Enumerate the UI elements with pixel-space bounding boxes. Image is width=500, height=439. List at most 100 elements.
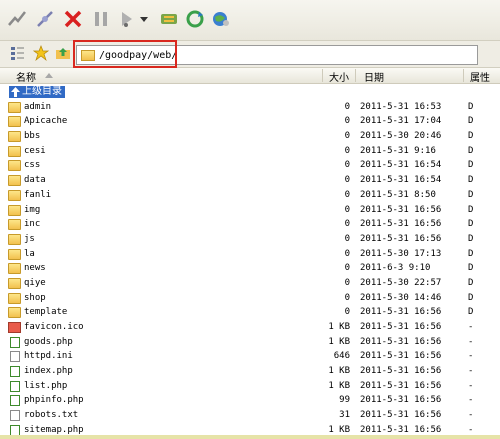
file-date: 2011-5-31 16:56 [360,204,442,215]
file-name: httpd.ini [24,351,73,362]
file-name: Apicache [24,116,68,127]
col-attr[interactable]: 属性 [470,69,490,84]
table-row[interactable]: bbs 0 2011-5-30 20:46 D [0,129,500,144]
table-row[interactable]: img 0 2011-5-31 16:56 D [0,203,500,218]
file-size: 0 [344,131,350,142]
file-attr: D [468,219,474,230]
site-manager-icon[interactable] [210,8,232,30]
sync-icon[interactable] [158,8,180,30]
disconnect-icon[interactable] [34,8,56,30]
file-attr: - [468,395,474,406]
file-icon [10,351,20,363]
table-row[interactable]: robots.txt 31 2011-5-31 16:56 - [0,408,500,423]
favorites-star-icon[interactable] [32,44,50,62]
pause-icon[interactable] [90,8,112,30]
folder-icon [8,116,21,128]
col-date[interactable]: 日期 [364,69,384,84]
table-row[interactable]: cesi 0 2011-5-31 9:16 D [0,144,500,159]
col-size[interactable]: 大小 [329,69,349,84]
file-name: img [24,204,41,215]
file-attr: D [468,292,474,303]
file-date: 2011-5-31 16:56 [360,380,442,391]
file-name: css [24,160,41,171]
transfer-menu-arrow-icon[interactable] [138,8,150,30]
file-size: 0 [344,145,350,156]
folder-icon [8,131,21,143]
parent-dir-row[interactable]: 上级目录 [0,85,500,100]
file-attr: D [468,131,474,142]
file-size: 0 [344,116,350,127]
file-size: 0 [344,292,350,303]
col-name[interactable]: 名称 [16,69,36,84]
folder-icon [8,263,21,275]
file-date: 2011-5-30 17:13 [360,248,442,259]
table-row[interactable]: Apicache 0 2011-5-31 17:04 D [0,114,500,129]
file-name: js [24,233,35,244]
file-attr: - [468,380,474,391]
file-attr: - [468,322,474,332]
folder-icon [8,189,21,201]
table-row[interactable]: goods.php 1 KB 2011-5-31 16:56 - [0,335,500,350]
file-name: favicon.ico [24,322,84,332]
table-row[interactable]: phpinfo.php 99 2011-5-31 16:56 - [0,393,500,408]
view-list-icon[interactable] [8,44,26,62]
table-row[interactable]: index.php 1 KB 2011-5-31 16:56 - [0,364,500,379]
table-row[interactable]: list.php 1 KB 2011-5-31 16:56 - [0,379,500,394]
file-size: 0 [344,101,350,112]
file-size: 31 [339,410,350,421]
file-size: 0 [344,233,350,244]
file-attr: D [468,116,474,127]
file-size: 0 [344,248,350,259]
file-name: index.php [24,366,73,377]
table-row[interactable]: shop 0 2011-5-30 14:46 D [0,291,500,306]
file-date: 2011-5-31 16:56 [360,233,442,244]
file-size: 0 [344,204,350,215]
folder-icon [8,175,21,187]
status-strip [0,435,500,439]
file-date: 2011-5-31 16:56 [360,219,442,230]
file-name: template [24,307,68,318]
file-name: bbs [24,131,41,142]
table-row[interactable]: qiye 0 2011-5-30 22:57 D [0,276,500,291]
parent-dir-text: 上级目录 [22,86,62,97]
table-row[interactable]: httpd.ini 646 2011-5-31 16:56 - [0,349,500,364]
file-icon [10,410,20,422]
parent-dir-label[interactable]: 上级目录 [9,86,65,98]
folder-icon [8,233,21,245]
table-row[interactable]: news 0 2011-6-3 9:10 D [0,261,500,276]
stop-icon[interactable] [62,8,84,30]
file-size: 0 [344,263,350,274]
table-row[interactable]: data 0 2011-5-31 16:54 D [0,173,500,188]
file-attr: - [468,336,474,347]
file-date: 2011-5-31 16:54 [360,175,442,186]
file-attr: - [468,351,474,362]
transfer-icon[interactable] [116,8,138,30]
file-date: 2011-5-30 22:57 [360,277,442,288]
refresh-icon[interactable] [184,8,206,30]
file-name: qiye [24,277,46,288]
table-row[interactable]: js 0 2011-5-31 16:56 D [0,232,500,247]
file-date: 2011-5-31 16:56 [360,395,442,406]
file-date: 2011-5-31 16:56 [360,307,442,318]
php-file-icon [10,336,20,348]
file-name: phpinfo.php [24,395,84,406]
connect-icon[interactable] [6,8,28,30]
file-size: 0 [344,307,350,318]
file-attr: D [468,277,474,288]
table-row[interactable]: la 0 2011-5-30 17:13 D [0,247,500,262]
parent-folder-icon[interactable] [54,44,72,62]
file-attr: D [468,263,474,274]
toolbar [0,0,500,41]
table-row[interactable]: inc 0 2011-5-31 16:56 D [0,217,500,232]
table-row[interactable]: template 0 2011-5-31 16:56 D [0,305,500,320]
file-list: 上级目录 admin 0 2011-5-31 16:53 D Apicache 0 2011… [0,85,500,438]
table-row[interactable]: css 0 2011-5-31 16:54 D [0,158,500,173]
file-date: 2011-5-31 16:56 [360,322,442,332]
file-name: robots.txt [24,410,79,421]
file-size: 0 [344,189,350,200]
file-attr: D [468,175,474,186]
table-row[interactable]: admin 0 2011-5-31 16:53 D [0,100,500,115]
table-row[interactable]: favicon.ico 1 KB 2011-5-31 16:56 - [0,320,500,335]
file-name: shop [24,292,46,303]
table-row[interactable]: fanli 0 2011-5-31 8:50 D [0,188,500,203]
